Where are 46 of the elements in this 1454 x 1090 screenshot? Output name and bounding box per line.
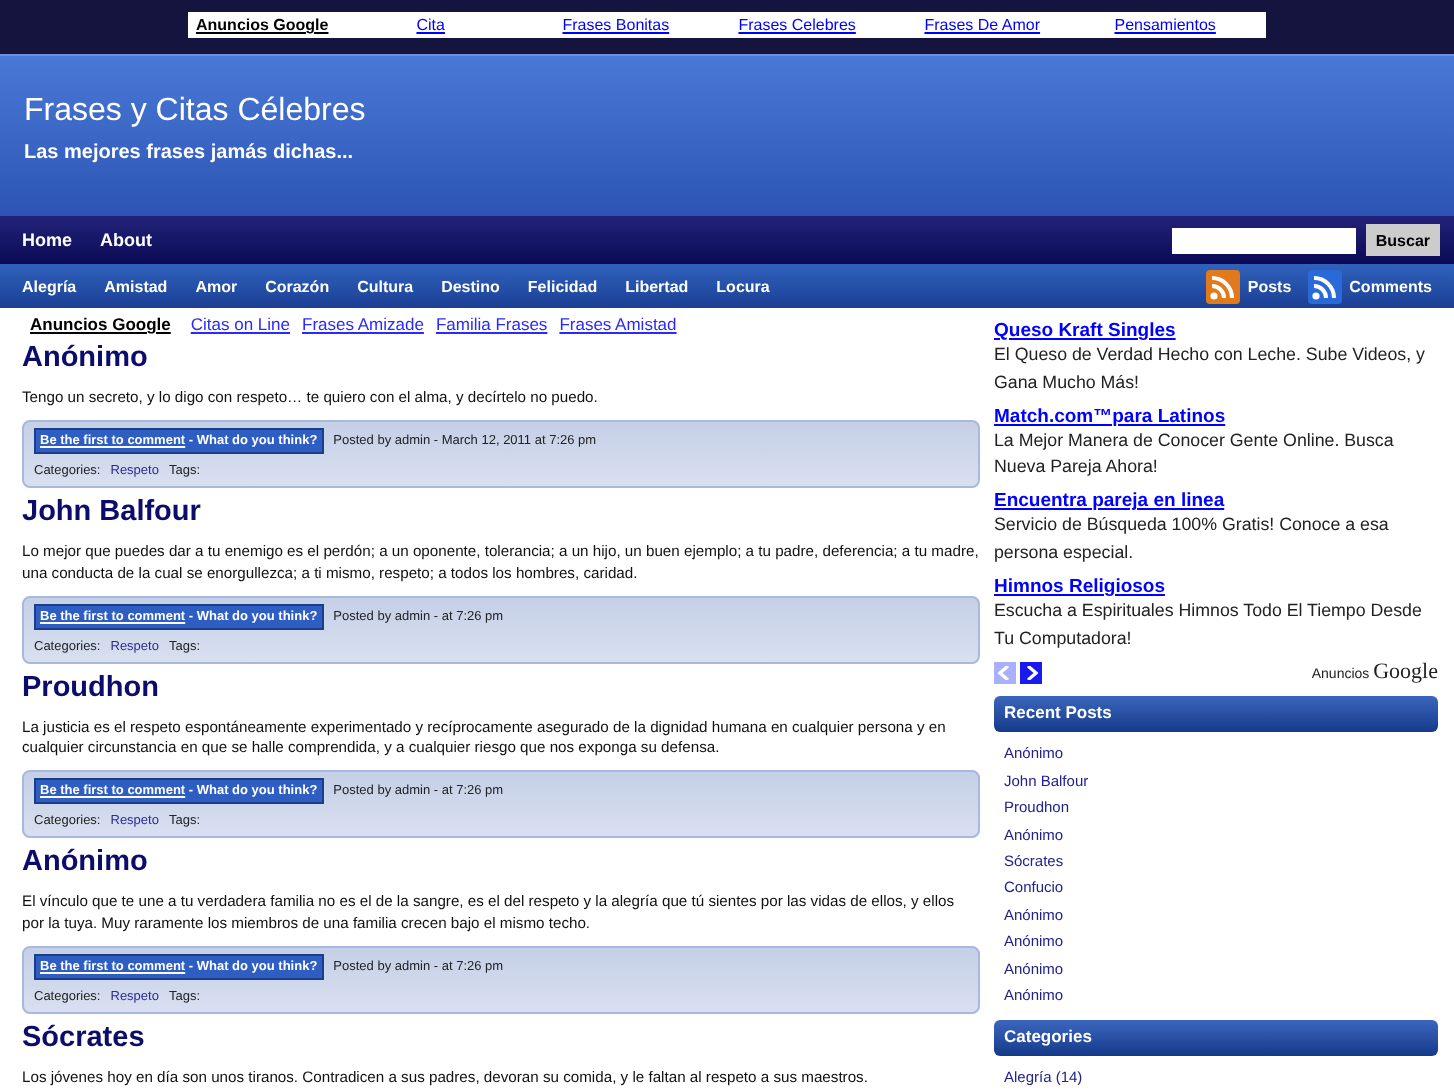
- post-title[interactable]: Anónimo: [22, 342, 980, 374]
- ad-text: Servicio de Búsqueda 100% Gratis! Conoce a esa persona especial.: [994, 512, 1391, 566]
- post-title[interactable]: Anónimo: [22, 846, 980, 879]
- rss-feed-icon: [1205, 269, 1240, 303]
- search-field[interactable]: [1171, 227, 1356, 253]
- widget-header: Categories: [994, 1020, 1438, 1057]
- post-title[interactable]: Proudhon: [22, 671, 980, 704]
- rss-feed-icon: [1307, 269, 1342, 303]
- ad-link[interactable]: Frases Celebres: [738, 16, 925, 34]
- ad-text: La Mejor Manera de Conocer Gente Online. Busca Nueva Pareja Ahora!: [994, 427, 1396, 481]
- category-link[interactable]: Libertad: [625, 277, 689, 295]
- ad-link[interactable]: Frases Bonitas: [562, 16, 739, 34]
- search-button[interactable]: Buscar: [1365, 224, 1440, 256]
- ad-title[interactable]: Encuentra pareja en linea: [994, 490, 1438, 513]
- category-link[interactable]: Destino: [441, 277, 500, 295]
- category-link[interactable]: Corazón: [265, 277, 330, 295]
- category-link[interactable]: Amor: [195, 277, 238, 295]
- nav-link[interactable]: Home: [22, 230, 73, 250]
- ads-label: Anuncios Google: [30, 314, 171, 334]
- ad-link[interactable]: Frases Amizade: [302, 314, 424, 334]
- ad-link[interactable]: Citas on Line: [190, 314, 290, 334]
- ad-link[interactable]: Familia Frases: [435, 314, 548, 334]
- site-tagline: Las mejores frases jamás dichas...: [24, 142, 356, 164]
- ads-label: Anuncios Google: [196, 16, 329, 34]
- ad-link[interactable]: Frases De Amor: [924, 16, 1115, 34]
- ad-text: El Queso de Verdad Hecho con Leche. Sube Videos, y Gana Mucho Más!: [994, 342, 1427, 396]
- ad-link[interactable]: Pensamientos: [1114, 16, 1255, 34]
- ad-title[interactable]: Match.com™para Latinos: [994, 405, 1438, 428]
- widget-header: Recent Posts: [994, 696, 1438, 733]
- nav-link[interactable]: About: [100, 230, 153, 250]
- ad-title[interactable]: Himnos Religiosos: [994, 575, 1438, 598]
- post-title[interactable]: John Balfour: [22, 496, 980, 529]
- category-link[interactable]: Amistad: [104, 277, 168, 295]
- category-link[interactable]: Felicidad: [527, 277, 598, 295]
- post-title[interactable]: Sócrates: [22, 1021, 980, 1054]
- feed-link[interactable]: Posts: [1205, 269, 1292, 303]
- next-arrow-icon[interactable]: [1020, 661, 1042, 684]
- category-link[interactable]: Cultura: [357, 277, 414, 295]
- site-title[interactable]: Frases y Citas Célebres: [24, 94, 1430, 130]
- ad-text: Escucha a Espirituales Himnos Todo El Tiempo Desde Tu Computadora!: [994, 597, 1424, 652]
- feed-link[interactable]: Comments: [1307, 269, 1432, 303]
- ad-title[interactable]: Queso Kraft Singles: [994, 320, 1438, 342]
- category-link[interactable]: Locura: [716, 277, 770, 295]
- ad-link[interactable]: Cita: [416, 16, 563, 34]
- category-link[interactable]: Alegría: [22, 277, 77, 295]
- ad-link[interactable]: Frases Amistad: [559, 314, 677, 334]
